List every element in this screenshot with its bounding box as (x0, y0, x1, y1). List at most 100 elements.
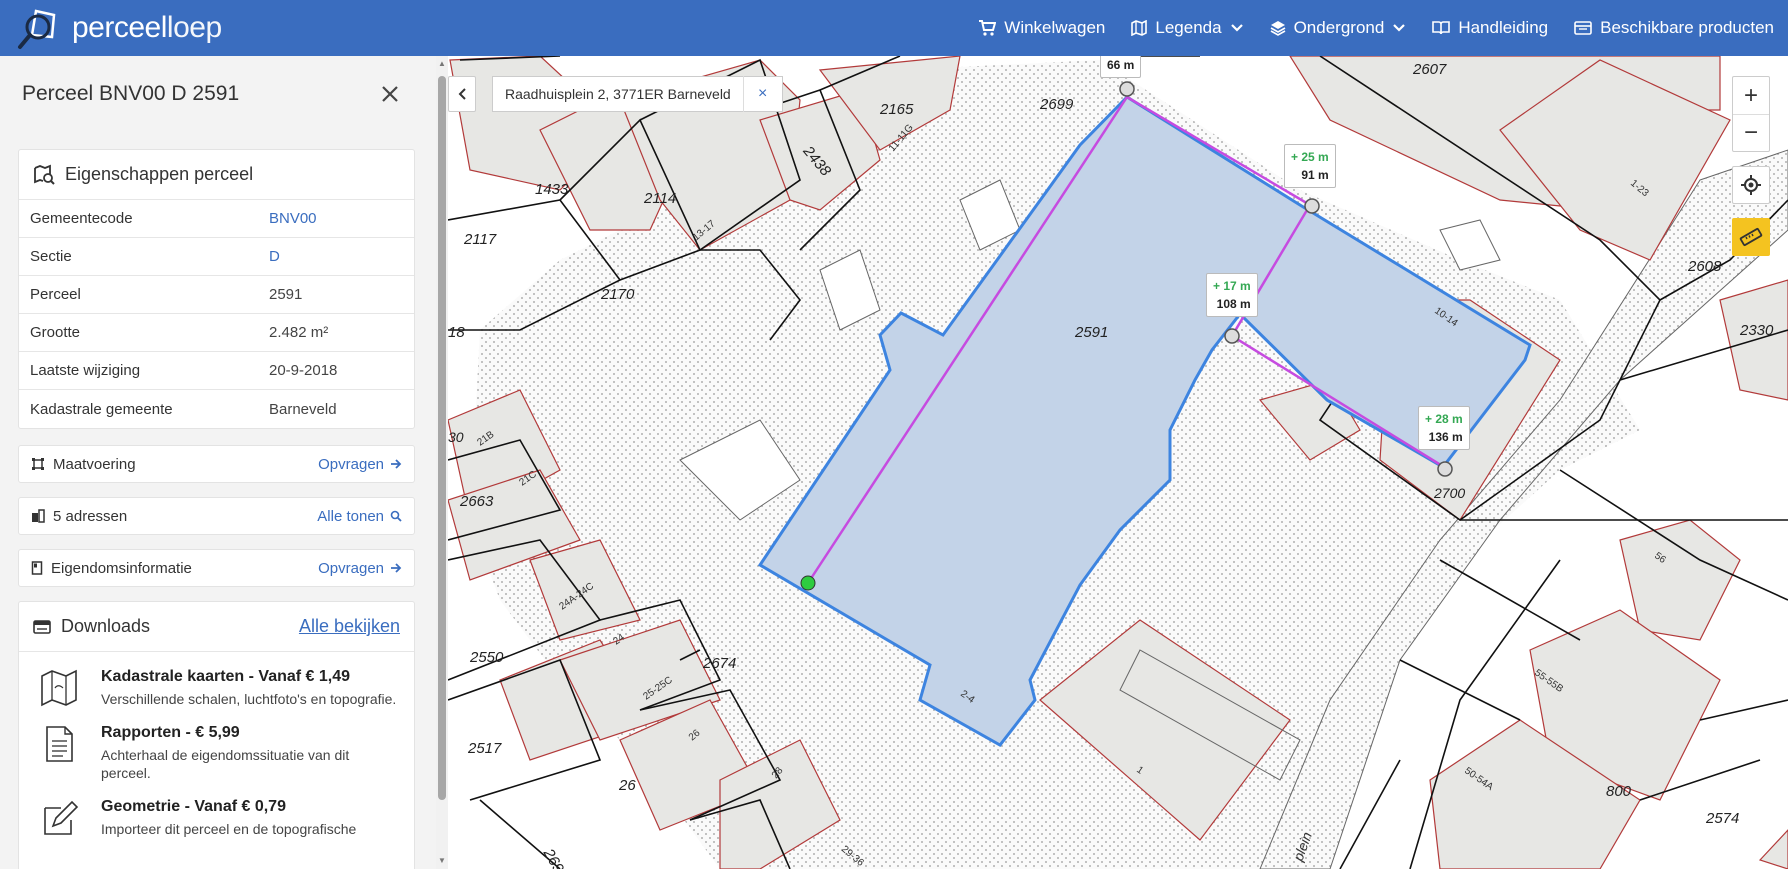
top-navigation-bar: perceelloep Winkelwagen Legenda Ondergro… (0, 0, 1788, 56)
measurement-label: 66 m (1100, 56, 1142, 78)
map-icon (1131, 20, 1148, 36)
maatvoering-link-label: Opvragen (318, 455, 384, 473)
clear-search-button[interactable]: × (744, 85, 782, 103)
property-label: Sectie (30, 248, 72, 265)
parcel-label: 2608 (1687, 258, 1722, 275)
measurement-delta: + 28 m (1425, 412, 1463, 426)
property-label: Kadastrale gemeente (30, 400, 173, 418)
ownership-card[interactable]: Eigendomsinformatie Opvragen (18, 549, 415, 587)
cadastral-map[interactable]: 2591 2607 2699 2165 1433 2114 2438 2117 … (448, 56, 1788, 869)
measurement-delta: + 25 m (1291, 150, 1329, 164)
property-value: Barneveld (269, 400, 337, 418)
downloads-icon (33, 619, 51, 634)
address-search-chip[interactable]: Raadhuisplein 2, 3771ER Barneveld × (492, 76, 783, 112)
property-label: Grootte (30, 324, 81, 341)
logo-part-2: loep (166, 11, 222, 44)
nav-products[interactable]: Beschikbare producten (1574, 18, 1774, 38)
measurement-total: 108 m (1216, 297, 1251, 311)
nav-background-label: Ondergrond (1293, 18, 1385, 37)
property-value-link[interactable]: D (269, 248, 280, 265)
perceelloep-logo[interactable]: perceelloep (16, 0, 222, 56)
addresses-card[interactable]: 5 adressen Alle tonen (18, 497, 415, 535)
properties-heading: Eigenschappen perceel (19, 150, 414, 200)
parcel-label: 2170 (600, 286, 635, 303)
zoom-out-button[interactable]: − (1733, 114, 1769, 151)
addresses-show-all-link[interactable]: Alle tonen (317, 508, 402, 525)
measure-vertex[interactable] (1224, 328, 1240, 344)
chevron-down-icon (1393, 24, 1406, 32)
nav-background[interactable]: Ondergrond (1270, 18, 1407, 38)
measurement-label: + 17 m 108 m (1206, 273, 1258, 317)
sidebar-scrollbar[interactable]: ▲ ▼ (436, 56, 448, 869)
downloads-see-all-link[interactable]: Alle bekijken (299, 616, 400, 637)
main-nav: Winkelwagen Legenda Ondergrond Handleidi… (952, 0, 1774, 56)
nav-legend[interactable]: Legenda (1131, 18, 1243, 38)
document-icon (46, 726, 73, 762)
pen-icon (44, 800, 79, 835)
close-icon[interactable] (378, 82, 402, 106)
scrollbar-thumb[interactable] (438, 76, 446, 800)
download-item-title: Rapporten - € 5,99 (101, 724, 240, 741)
property-row: Kadastrale gemeente Barneveld (19, 390, 414, 428)
nav-cart-label: Winkelwagen (1004, 18, 1106, 37)
measure-tool-button[interactable] (1732, 218, 1770, 256)
scroll-up-arrow-icon[interactable]: ▲ (438, 60, 446, 68)
products-icon (1574, 21, 1592, 35)
zoom-in-button[interactable]: + (1733, 77, 1769, 114)
parcel-label: 800 (1606, 783, 1632, 800)
property-label: Perceel (30, 286, 81, 303)
property-label: Laatste wijziging (30, 362, 141, 379)
ruler-icon (1739, 228, 1763, 246)
parcel-label: 26 (618, 777, 636, 794)
download-item-description: Verschillende schalen, luchtfoto's en to… (101, 691, 397, 707)
nav-manual[interactable]: Handleiding (1432, 18, 1548, 38)
collapse-sidebar-button[interactable] (448, 76, 476, 112)
parcel-label: 2690 (539, 845, 571, 869)
ownership-request-link[interactable]: Opvragen (318, 560, 402, 577)
chevron-left-icon (458, 88, 466, 100)
parcel-label: 2330 (1739, 322, 1774, 339)
property-value: 20-9-2018 (269, 362, 338, 379)
property-row: Perceel 2591 (19, 276, 414, 314)
parcel-label: 2699 (1039, 96, 1074, 113)
map-icon (41, 669, 77, 707)
downloads-card: Downloads Alle bekijken Kadastrale kaart… (18, 601, 415, 869)
logo-text: perceelloep (72, 11, 222, 45)
maatvoering-request-link[interactable]: Opvragen (318, 456, 402, 473)
maatvoering-card[interactable]: Maatvoering Opvragen (18, 445, 415, 483)
magnifier-logo-icon (16, 5, 62, 51)
parcel-title: Perceel BNV00 D 2591 (22, 81, 240, 105)
ownership-label: Eigendomsinformatie (51, 559, 192, 577)
arrow-right-icon (391, 563, 402, 573)
nav-cart[interactable]: Winkelwagen (978, 18, 1105, 38)
parcel-label: 2591 (1074, 324, 1108, 341)
cart-icon (979, 20, 997, 36)
scroll-down-arrow-icon[interactable]: ▼ (438, 857, 446, 865)
download-item[interactable]: Rapporten - € 5,99 Achterhaal de eigendo… (19, 724, 414, 782)
measure-vertex[interactable] (1304, 198, 1320, 214)
measure-vertex[interactable] (1119, 81, 1135, 97)
measurement-total: 66 m (1107, 58, 1135, 72)
property-row: Sectie D (19, 238, 414, 276)
property-value: 2.482 m² (269, 324, 329, 341)
property-value-link[interactable]: BNV00 (269, 210, 317, 227)
search-address-text[interactable]: Raadhuisplein 2, 3771ER Barneveld (493, 76, 744, 112)
parcel-label: 18 (448, 324, 465, 341)
logo-part-1: perceel (72, 11, 167, 44)
measure-vertex[interactable] (1437, 461, 1453, 477)
addresses-link-label: Alle tonen (317, 507, 384, 525)
document-small-icon (31, 561, 43, 575)
zoom-controls: + − (1732, 76, 1770, 152)
search-icon (390, 510, 402, 522)
layers-icon (1270, 21, 1285, 36)
addresses-label: 5 adressen (53, 507, 128, 525)
parcel-label: 2574 (1705, 810, 1739, 827)
locate-me-button[interactable] (1732, 166, 1770, 204)
parcel-label: 2700 (1433, 485, 1465, 501)
measure-start-point[interactable] (800, 575, 816, 591)
download-item[interactable]: Geometrie - Vanaf € 0,79 Importeer dit p… (19, 798, 414, 838)
arrow-right-icon (391, 459, 402, 469)
parcel-label: 1433 (535, 181, 569, 198)
download-item[interactable]: Kadastrale kaarten - Vanaf € 1,49 Versch… (19, 668, 414, 708)
map-canvas[interactable]: 2591 2607 2699 2165 1433 2114 2438 2117 … (448, 56, 1788, 869)
